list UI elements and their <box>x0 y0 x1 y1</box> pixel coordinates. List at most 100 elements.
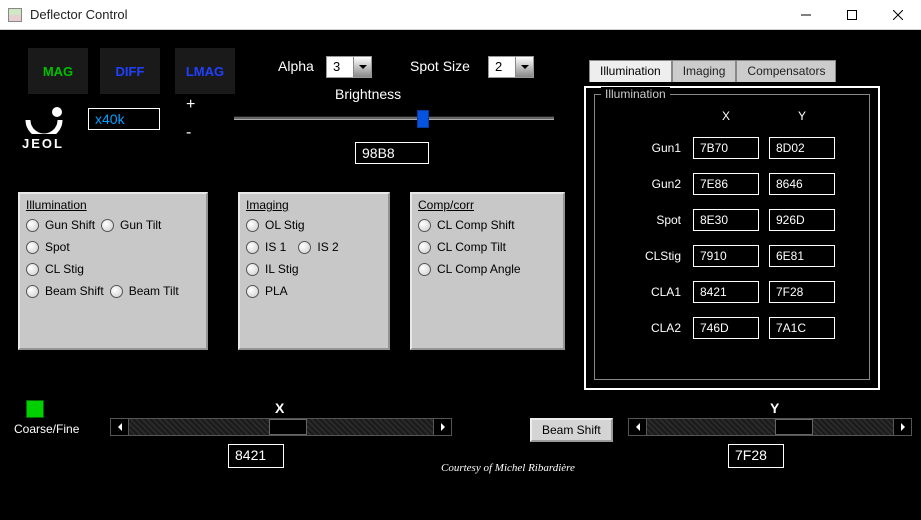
y-value-box[interactable]: 7F28 <box>728 444 784 468</box>
y-scroll-thumb[interactable] <box>775 419 813 435</box>
radio-beam-shift[interactable] <box>26 285 39 298</box>
panel-illumination-title: Illumination <box>20 194 206 214</box>
mode-lmag-button[interactable]: LMAG <box>175 48 235 94</box>
close-button[interactable] <box>875 0 921 30</box>
cla2-x[interactable]: 746D <box>693 317 759 339</box>
spot-x[interactable]: 8E30 <box>693 209 759 231</box>
radio-cl-comp-angle-label: CL Comp Angle <box>437 262 521 276</box>
radio-is1[interactable] <box>246 241 259 254</box>
brightness-slider-thumb[interactable] <box>417 110 429 128</box>
panel-comp-title: Comp/corr <box>412 194 563 214</box>
spot-size-label: Spot Size <box>410 58 470 74</box>
spot-size-combo[interactable]: 2 <box>488 56 534 78</box>
coarse-fine-toggle[interactable] <box>26 400 44 418</box>
clstig-x[interactable]: 7910 <box>693 245 759 267</box>
radio-il-stig-label: IL Stig <box>265 262 299 276</box>
y-axis-label: Y <box>770 400 779 416</box>
radio-beam-tilt[interactable] <box>110 285 123 298</box>
illumination-fieldset: Illumination X Y Gun1 7B70 8D02 Gun2 7E8… <box>594 94 870 380</box>
brightness-value-box[interactable]: 98B8 <box>355 142 429 164</box>
radio-row-gunshift-tilt: Gun Shift Gun Tilt <box>20 214 206 236</box>
brightness-slider[interactable] <box>234 116 554 120</box>
tabstrip: Illumination Imaging Compensators <box>589 60 836 82</box>
tab-imaging[interactable]: Imaging <box>672 60 737 82</box>
minimize-button[interactable] <box>783 0 829 30</box>
clstig-y[interactable]: 6E81 <box>769 245 835 267</box>
illumination-fieldset-legend: Illumination <box>601 87 670 101</box>
radio-ol-stig[interactable] <box>246 219 259 232</box>
beam-shift-button[interactable]: Beam Shift <box>530 418 613 442</box>
radio-cl-comp-tilt-label: CL Comp Tilt <box>437 240 506 254</box>
spot-size-value: 2 <box>489 57 515 77</box>
alpha-combo[interactable]: 3 <box>326 56 372 78</box>
window-title: Deflector Control <box>30 7 128 22</box>
mode-diff-button[interactable]: DIFF <box>100 48 160 94</box>
tab-illumination[interactable]: Illumination <box>589 60 672 82</box>
x-scroll-right-icon[interactable] <box>433 419 451 435</box>
cla1-y[interactable]: 7F28 <box>769 281 835 303</box>
y-scrollbar[interactable] <box>628 418 912 436</box>
gun2-y[interactable]: 8646 <box>769 173 835 195</box>
y-scroll-track[interactable] <box>647 419 893 435</box>
tab-illumination-label: Illumination <box>600 64 661 78</box>
gun1-x[interactable]: 7B70 <box>693 137 759 159</box>
y-scroll-left-icon[interactable] <box>629 419 647 435</box>
radio-cl-stig-label: CL Stig <box>45 262 84 276</box>
cla1-x[interactable]: 8421 <box>693 281 759 303</box>
row-spot-label: Spot <box>629 213 683 227</box>
coarse-fine-label: Coarse/Fine <box>14 422 79 436</box>
x-scroll-track[interactable] <box>129 419 433 435</box>
radio-is1-label: IS 1 <box>265 240 286 254</box>
row-clstig-label: CLStig <box>629 249 683 263</box>
radio-gun-shift[interactable] <box>26 219 39 232</box>
radio-row-beam: Beam Shift Beam Tilt <box>20 280 206 302</box>
app-icon <box>8 8 22 22</box>
chevron-down-icon[interactable] <box>353 57 371 77</box>
radio-cl-comp-tilt[interactable] <box>418 241 431 254</box>
radio-il-stig[interactable] <box>246 263 259 276</box>
radio-cl-stig[interactable] <box>26 263 39 276</box>
jeol-logo-text: JEOL <box>22 136 66 151</box>
brightness-value: 98B8 <box>362 145 395 161</box>
radio-row-ol-stig: OL Stig <box>240 214 388 236</box>
cla2-y[interactable]: 7A1C <box>769 317 835 339</box>
x-scroll-left-icon[interactable] <box>111 419 129 435</box>
x-value: 8421 <box>235 447 266 463</box>
radio-ol-stig-label: OL Stig <box>265 218 305 232</box>
magnification-value: x40k <box>95 111 125 127</box>
spot-y[interactable]: 926D <box>769 209 835 231</box>
x-scroll-thumb[interactable] <box>269 419 307 435</box>
radio-spot[interactable] <box>26 241 39 254</box>
radio-gun-shift-label: Gun Shift <box>45 218 95 232</box>
radio-row-il-stig: IL Stig <box>240 258 388 280</box>
panel-illumination: Illumination Gun Shift Gun Tilt Spot CL … <box>18 192 208 350</box>
tab-compensators[interactable]: Compensators <box>736 60 836 82</box>
gun1-y[interactable]: 8D02 <box>769 137 835 159</box>
brightness-plus: + <box>186 96 195 114</box>
radio-row-pla: PLA <box>240 280 388 302</box>
radio-pla[interactable] <box>246 285 259 298</box>
row-gun1-label: Gun1 <box>629 141 683 155</box>
maximize-button[interactable] <box>829 0 875 30</box>
radio-gun-tilt[interactable] <box>101 219 114 232</box>
panel-imaging-title: Imaging <box>240 194 388 214</box>
radio-is2[interactable] <box>298 241 311 254</box>
panel-comp: Comp/corr CL Comp Shift CL Comp Tilt CL … <box>410 192 565 350</box>
credit-text: Courtesy of Michel Ribardière <box>441 462 575 474</box>
radio-beam-shift-label: Beam Shift <box>45 284 104 298</box>
radio-cl-comp-angle[interactable] <box>418 263 431 276</box>
x-value-box[interactable]: 8421 <box>228 444 284 468</box>
chevron-down-icon[interactable] <box>515 57 533 77</box>
alpha-value: 3 <box>327 57 353 77</box>
row-cla2-label: CLA2 <box>629 321 683 335</box>
y-value: 7F28 <box>735 447 767 463</box>
radio-row-is: IS 1 IS 2 <box>240 236 388 258</box>
y-scroll-right-icon[interactable] <box>893 419 911 435</box>
radio-cl-comp-shift[interactable] <box>418 219 431 232</box>
gun2-x[interactable]: 7E86 <box>693 173 759 195</box>
x-axis-label: X <box>275 400 284 416</box>
magnification-box[interactable]: x40k <box>88 108 160 130</box>
mode-mag-button[interactable]: MAG <box>28 48 88 94</box>
jeol-logo: JEOL <box>22 102 66 151</box>
x-scrollbar[interactable] <box>110 418 452 436</box>
